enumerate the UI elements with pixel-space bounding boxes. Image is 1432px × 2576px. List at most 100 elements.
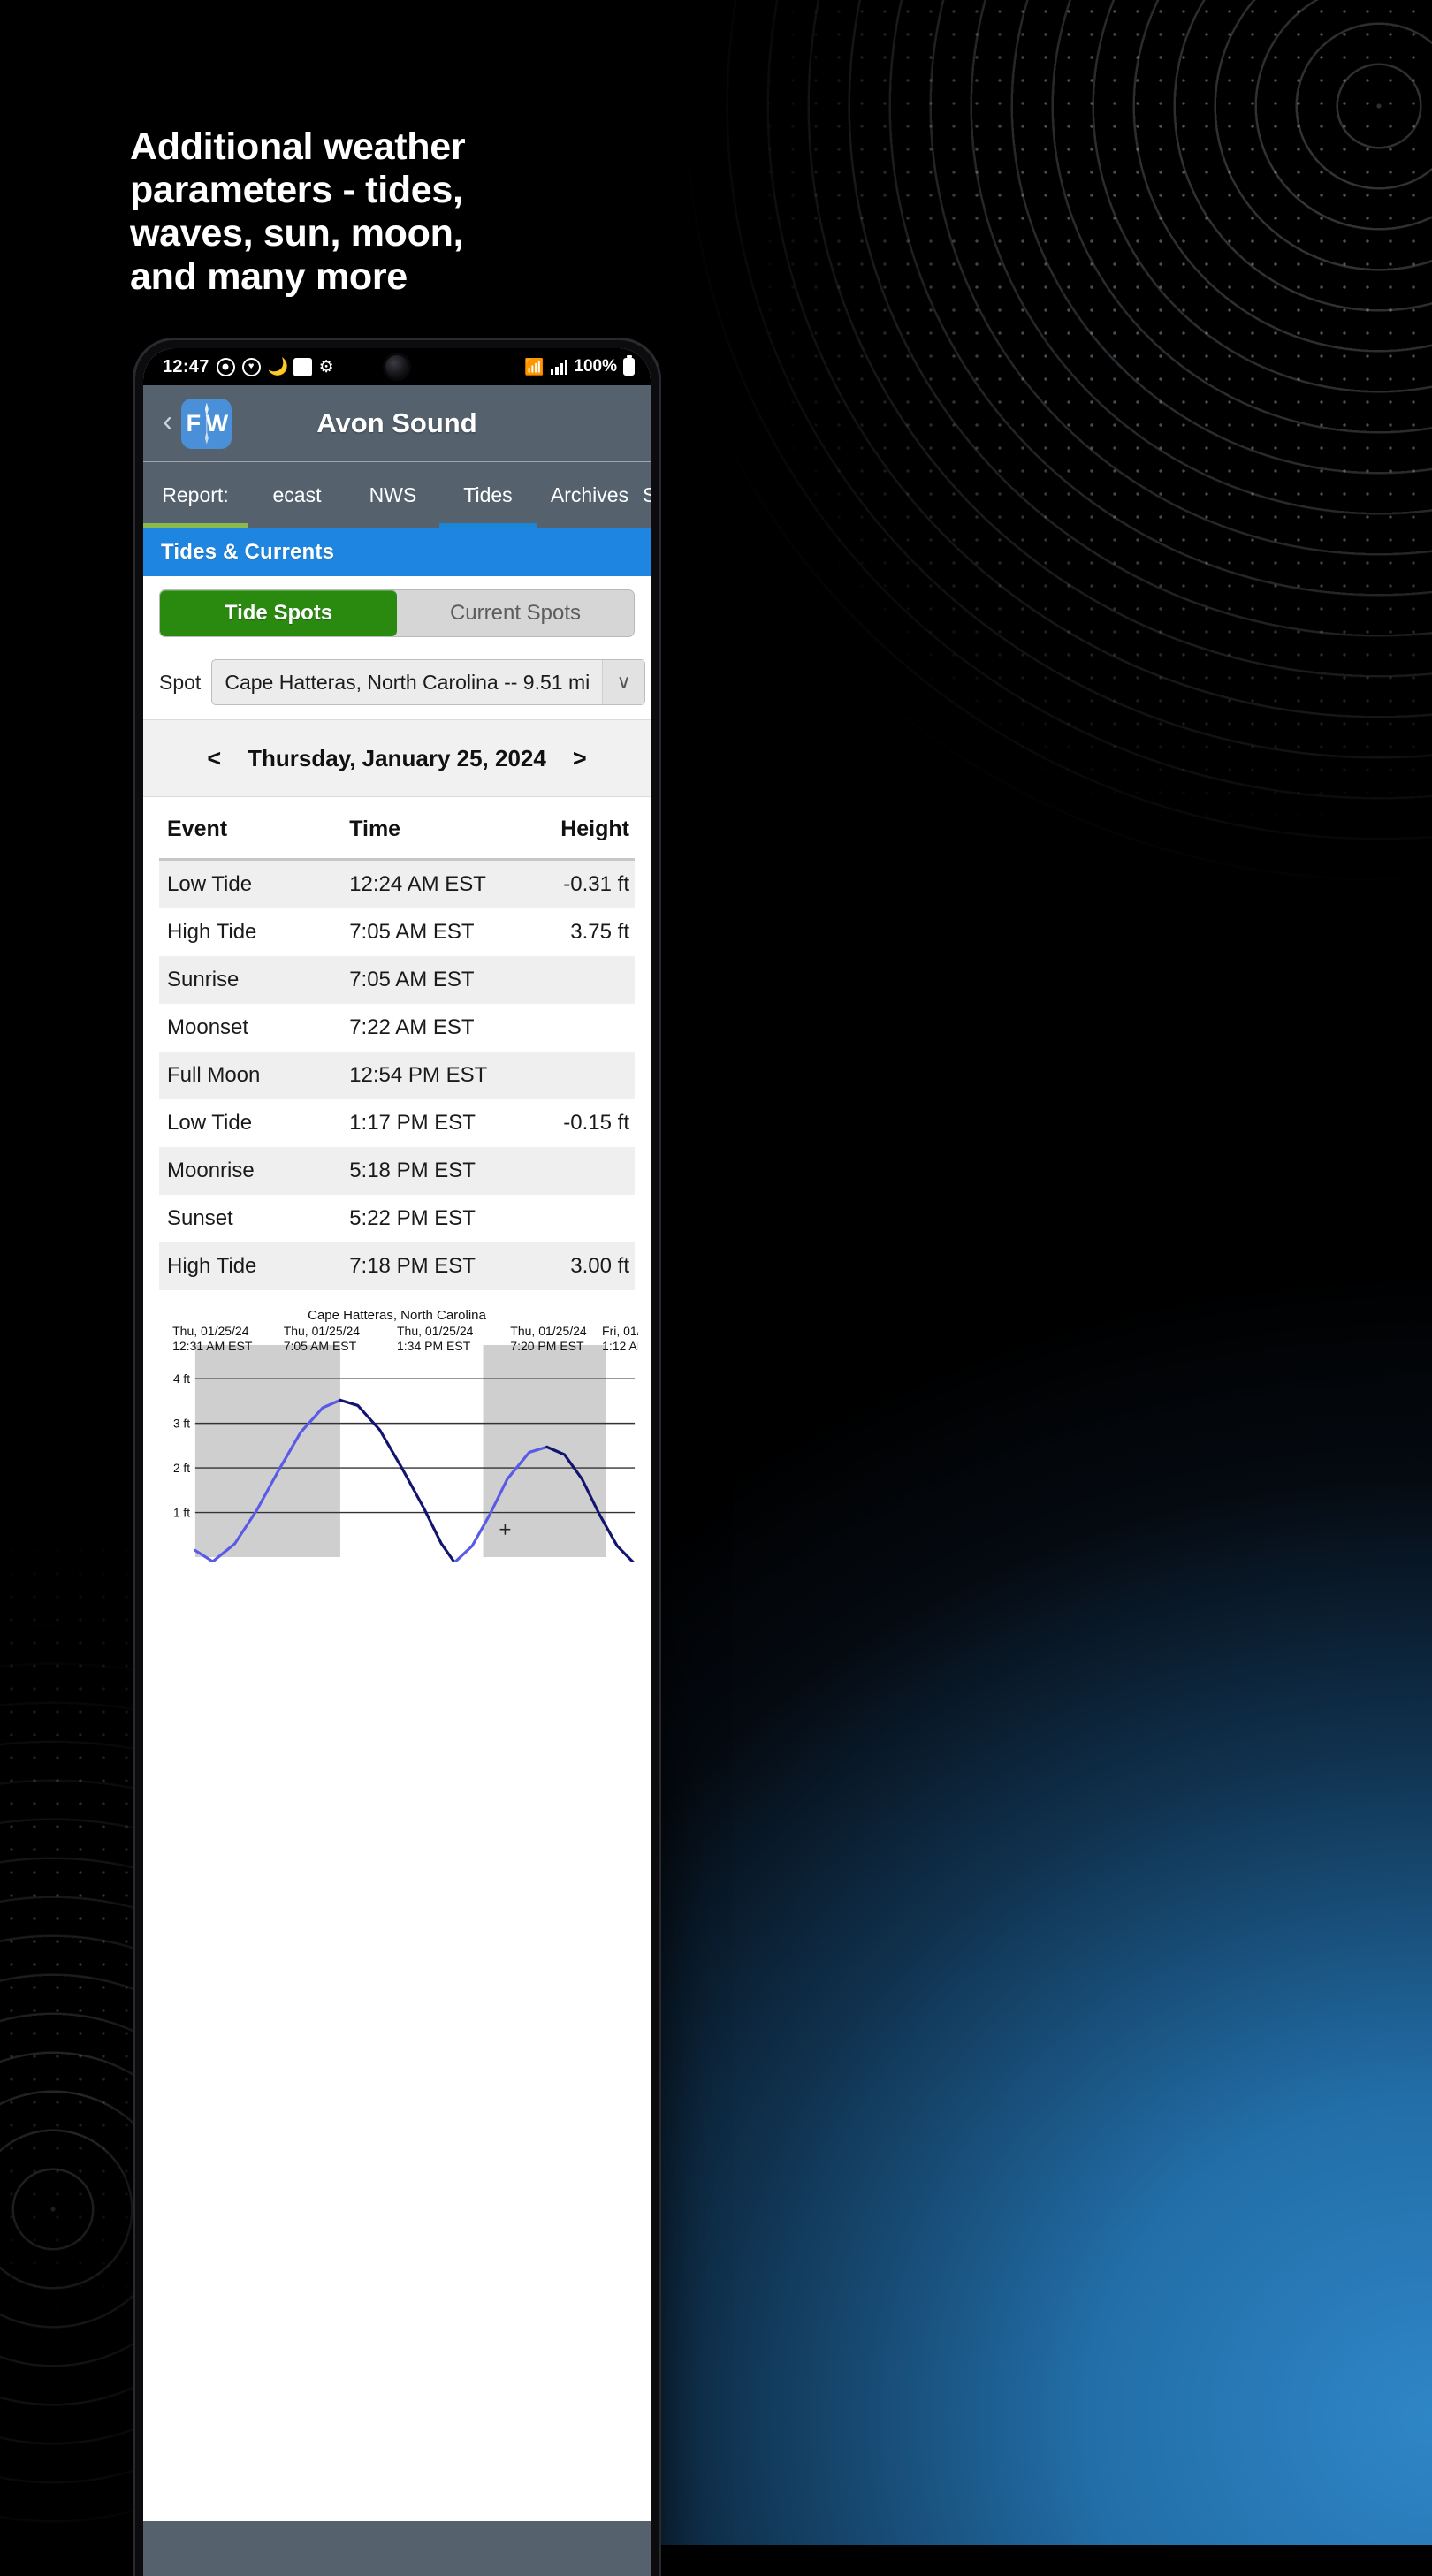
cell-time: 7:05 AM EST xyxy=(349,920,475,944)
cell-height xyxy=(511,1004,635,1052)
chart-x-tick-time: 12:31 AM EST xyxy=(172,1339,253,1353)
spot-selector-row: Spot Cape Hatteras, North Carolina -- 9.… xyxy=(143,650,651,719)
tab-archives[interactable]: Archives xyxy=(537,462,643,528)
cell-time: 7:05 AM EST xyxy=(349,956,512,1004)
chart-x-tick-label: Thu, 01/25/24 1:34 PM EST xyxy=(397,1324,473,1354)
gear-icon: ⚙ xyxy=(318,357,334,376)
table-row: High Tide 7:05 AM EST 3.75 ft xyxy=(159,908,635,956)
current-spots-button[interactable]: Current Spots xyxy=(397,590,634,636)
column-header-event: Event xyxy=(159,797,350,861)
cell-time: 7:18 PM EST xyxy=(349,1242,512,1290)
cell-event: Moonset xyxy=(167,1015,249,1039)
next-day-button[interactable]: > xyxy=(567,745,592,772)
column-header-height: Height xyxy=(511,797,635,861)
app-header: ‹ F W Avon Sound xyxy=(143,385,651,462)
chevron-down-icon[interactable]: ∨ xyxy=(602,660,645,704)
chart-y-tick-label: 2 ft xyxy=(173,1461,190,1475)
cell-height: 3.00 ft xyxy=(511,1242,635,1290)
chart-title: Cape Hatteras, North Carolina xyxy=(308,1308,486,1323)
wifi-icon: 📶 xyxy=(524,358,545,376)
back-button[interactable]: ‹ xyxy=(159,407,181,440)
tab-forecast[interactable]: ecast xyxy=(248,462,347,528)
bottom-nav-bar xyxy=(143,2521,651,2576)
chart-x-tick-label: Thu, 01/25/24 7:20 PM EST xyxy=(510,1324,586,1354)
phone-screen: 12:47 🌙 ⚙ 📶 100% ‹ F W xyxy=(143,348,651,2576)
tab-report[interactable]: Report: xyxy=(143,462,248,528)
chart-y-tick-label: 1 ft xyxy=(173,1505,190,1519)
prev-day-button[interactable]: < xyxy=(202,745,226,772)
tab-archives-label: Archives xyxy=(550,483,629,506)
table-row: Sunrise 7:05 AM EST xyxy=(159,956,635,1004)
chart-x-tick-date: Fri, 01/ xyxy=(602,1324,638,1338)
cell-event: High Tide xyxy=(159,1242,350,1290)
spot-label: Spot xyxy=(159,670,202,694)
tab-forecast-label: ecast xyxy=(272,483,322,506)
chart-x-tick-time: 7:20 PM EST xyxy=(510,1339,584,1353)
cell-time: 12:54 PM EST xyxy=(349,1052,512,1099)
app-logo[interactable]: F W xyxy=(181,398,232,449)
cell-time: 12:24 AM EST xyxy=(349,859,512,908)
target-icon xyxy=(216,357,235,376)
heart-rate-icon xyxy=(241,357,261,376)
status-time: 12:47 xyxy=(163,356,209,376)
table-row: Sunset 5:22 PM EST xyxy=(159,1195,635,1242)
chart-y-tick-label: 4 ft xyxy=(173,1372,190,1386)
chart-night-band xyxy=(194,1345,340,1557)
chart-x-tick-date: Thu, 01/25/24 xyxy=(172,1324,249,1338)
cell-event: Sunset xyxy=(167,1206,233,1230)
cell-event: High Tide xyxy=(167,920,257,944)
tab-stations[interactable]: Stat xyxy=(643,462,651,528)
headline-line-3: waves, sun, moon, xyxy=(130,212,464,255)
cell-height xyxy=(511,1195,635,1242)
headline-line-2: parameters - tides, xyxy=(130,169,463,211)
cell-height xyxy=(511,1052,635,1099)
tab-report-label: Report: xyxy=(162,483,229,506)
date-navigator: < Thursday, January 25, 2024 > xyxy=(143,719,651,797)
tab-tides-label: Tides xyxy=(463,483,513,506)
chart-x-tick-time: 1:12 AM xyxy=(602,1339,638,1353)
headline-line-4: and many more xyxy=(130,255,408,298)
image-icon xyxy=(293,357,312,376)
table-row: Low Tide 12:24 AM EST -0.31 ft xyxy=(159,859,635,908)
tab-nws[interactable]: NWS xyxy=(347,462,439,528)
cell-height: -0.15 ft xyxy=(563,1111,629,1135)
chart-x-axis-labels: Thu, 01/25/24 12:31 AM EST Thu, 01/25/24 7:… xyxy=(156,1324,638,1359)
table-row: Full Moon 12:54 PM EST xyxy=(159,1052,635,1099)
tab-tides[interactable]: Tides xyxy=(439,462,537,528)
chart-x-tick-label: Fri, 01/1:12 AM xyxy=(602,1324,638,1354)
status-bar-right: 📶 100% xyxy=(524,357,635,376)
cell-height xyxy=(511,956,635,1004)
tab-bar[interactable]: Report: ecast NWS Tides Archives Stat xyxy=(143,462,651,528)
front-camera xyxy=(385,355,408,378)
chart-x-tick-date: Thu, 01/25/24 xyxy=(283,1324,361,1338)
promo-headline: Additional weather parameters - tides, w… xyxy=(130,125,696,299)
chart-x-tick-label: Thu, 01/25/24 7:05 AM EST xyxy=(284,1324,360,1354)
cell-height: 3.75 ft xyxy=(570,920,629,944)
cell-height xyxy=(511,1147,635,1195)
table-row: High Tide 7:18 PM EST 3.00 ft xyxy=(159,1242,635,1290)
battery-percent: 100% xyxy=(574,357,617,376)
cell-event: Low Tide xyxy=(167,1111,253,1135)
tide-chart-container: Cape Hatteras, North Carolina Thu, 01/25… xyxy=(143,1290,651,1562)
chart-x-tick-time: 1:34 PM EST xyxy=(397,1339,471,1353)
cell-event: Low Tide xyxy=(159,859,350,908)
cell-event: Moonrise xyxy=(159,1147,350,1195)
chart-night-band xyxy=(483,1345,606,1557)
table-header-row: Event Time Height xyxy=(159,797,635,861)
tab-nws-label: NWS xyxy=(369,483,417,506)
spot-dropdown[interactable]: Cape Hatteras, North Carolina -- 9.51 mi… xyxy=(211,659,646,705)
cell-height: -0.31 ft xyxy=(511,859,635,908)
status-bar: 12:47 🌙 ⚙ 📶 100% xyxy=(143,348,651,385)
current-date: Thursday, January 25, 2024 xyxy=(248,744,546,771)
tide-spots-button[interactable]: Tide Spots xyxy=(160,590,397,636)
spot-type-toggle-wrapper: Tide Spots Current Spots xyxy=(143,576,651,650)
phone-mockup: 12:47 🌙 ⚙ 📶 100% ‹ F W xyxy=(135,340,659,2576)
tide-events-table: Event Time Height Low Tide 12:24 AM EST -0… xyxy=(143,797,651,1290)
cell-time: 5:18 PM EST xyxy=(349,1147,512,1195)
cell-event: Full Moon xyxy=(159,1052,350,1099)
spot-type-toggle[interactable]: Tide Spots Current Spots xyxy=(159,589,635,637)
chart-series-line xyxy=(339,1398,456,1562)
moon-icon: 🌙 xyxy=(267,357,289,376)
chart-y-tick-label: 3 ft xyxy=(173,1416,190,1430)
column-header-time: Time xyxy=(349,797,512,861)
